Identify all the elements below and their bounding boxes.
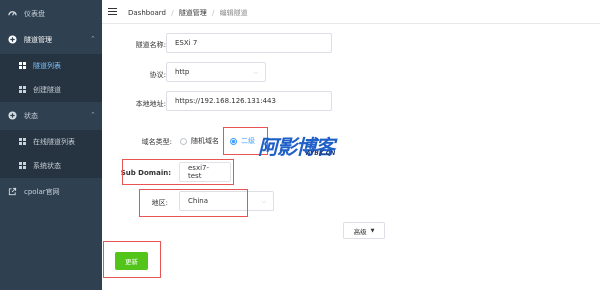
chevron-down-icon: ⌵ (261, 198, 266, 205)
sidebar-item-status[interactable]: 状态 ⌃ (0, 104, 102, 128)
sidebar-item-system-status[interactable]: 系统状态 (0, 154, 102, 178)
breadcrumb-separator: / (171, 9, 174, 17)
sidebar-item-label: 隧道列表 (33, 62, 61, 70)
domain-type-label: 域名类型: (141, 138, 172, 146)
chevron-up-icon: ⌃ (90, 111, 96, 119)
highlight-box-region (139, 189, 248, 217)
radio-random-domain[interactable]: 随机域名 (180, 136, 219, 146)
sidebar-item-dashboard[interactable]: 仪表盘 (0, 2, 102, 26)
advanced-button[interactable]: 高级 ▼ (343, 222, 385, 239)
protocol-select[interactable]: http ⌵ (166, 62, 266, 82)
sidebar-item-create-tunnel[interactable]: 创建隧道 (0, 78, 102, 102)
sidebar-item-label: 创建隧道 (33, 86, 61, 94)
highlight-box-domain-type (223, 127, 268, 155)
protocol-label: 协议: (149, 71, 166, 79)
sidebar: 仪表盘 隧道管理 ⌃ 隧道列表 创建隧道 状态 ⌃ 在线隧道列表 系统状态 cp… (0, 0, 102, 290)
protocol-select-value: http (175, 68, 190, 76)
sidebar-item-cpolar-website[interactable]: cpolar官网 (0, 180, 102, 204)
sidebar-item-label: 系统状态 (33, 162, 61, 170)
chevron-down-icon: ⌵ (253, 69, 258, 76)
tunnel-name-input[interactable]: ESXi 7 (166, 33, 332, 53)
chevron-up-icon: ⌃ (90, 35, 96, 43)
radio-button[interactable] (180, 137, 187, 145)
menu-toggle-icon[interactable] (108, 8, 117, 15)
edit-tunnel-form: 隧道名称: ESXi 7 协议: http ⌵ 本地地址: https://19… (102, 24, 600, 290)
breadcrumb-tunnel-management[interactable]: 隧道管理 (179, 9, 207, 17)
local-address-input[interactable]: https://192.168.126.131:443 (166, 91, 332, 111)
tunnel-name-label: 隧道名称: (135, 41, 166, 49)
radio-label: 随机域名 (191, 137, 219, 145)
sidebar-item-label: cpolar官网 (24, 188, 60, 196)
sidebar-item-online-tunnel-list[interactable]: 在线隧道列表 (0, 130, 102, 154)
grid-icon (18, 161, 27, 170)
advanced-label: 高级 (353, 227, 367, 236)
grid-icon (18, 137, 27, 146)
grid-icon (18, 85, 27, 94)
breadcrumb-dashboard[interactable]: Dashboard (128, 9, 166, 17)
sidebar-item-tunnel-list[interactable]: 隧道列表 (0, 54, 102, 78)
sidebar-item-label: 仪表盘 (24, 10, 45, 18)
breadcrumb-edit-tunnel: 编辑隧道 (219, 9, 248, 17)
caret-down-icon: ▼ (370, 227, 375, 234)
breadcrumb: Dashboard / 隧道管理 / 编辑隧道 (128, 8, 248, 18)
external-link-icon (8, 187, 17, 196)
plus-circle-icon (8, 111, 17, 120)
sidebar-item-label: 在线隧道列表 (33, 138, 75, 146)
highlight-box-update (103, 241, 161, 278)
plus-circle-icon (8, 35, 17, 44)
breadcrumb-separator: / (212, 9, 215, 17)
sidebar-item-label: 状态 (24, 112, 38, 120)
top-header: Dashboard / 隧道管理 / 编辑隧道 (102, 0, 600, 24)
sidebar-item-tunnel-management[interactable]: 隧道管理 ⌃ (0, 28, 102, 52)
sidebar-item-label: 隧道管理 (24, 36, 52, 44)
highlight-box-subdomain (122, 159, 234, 185)
grid-icon (18, 61, 27, 70)
dashboard-icon (8, 9, 17, 18)
local-address-label: 本地地址: (135, 100, 166, 108)
